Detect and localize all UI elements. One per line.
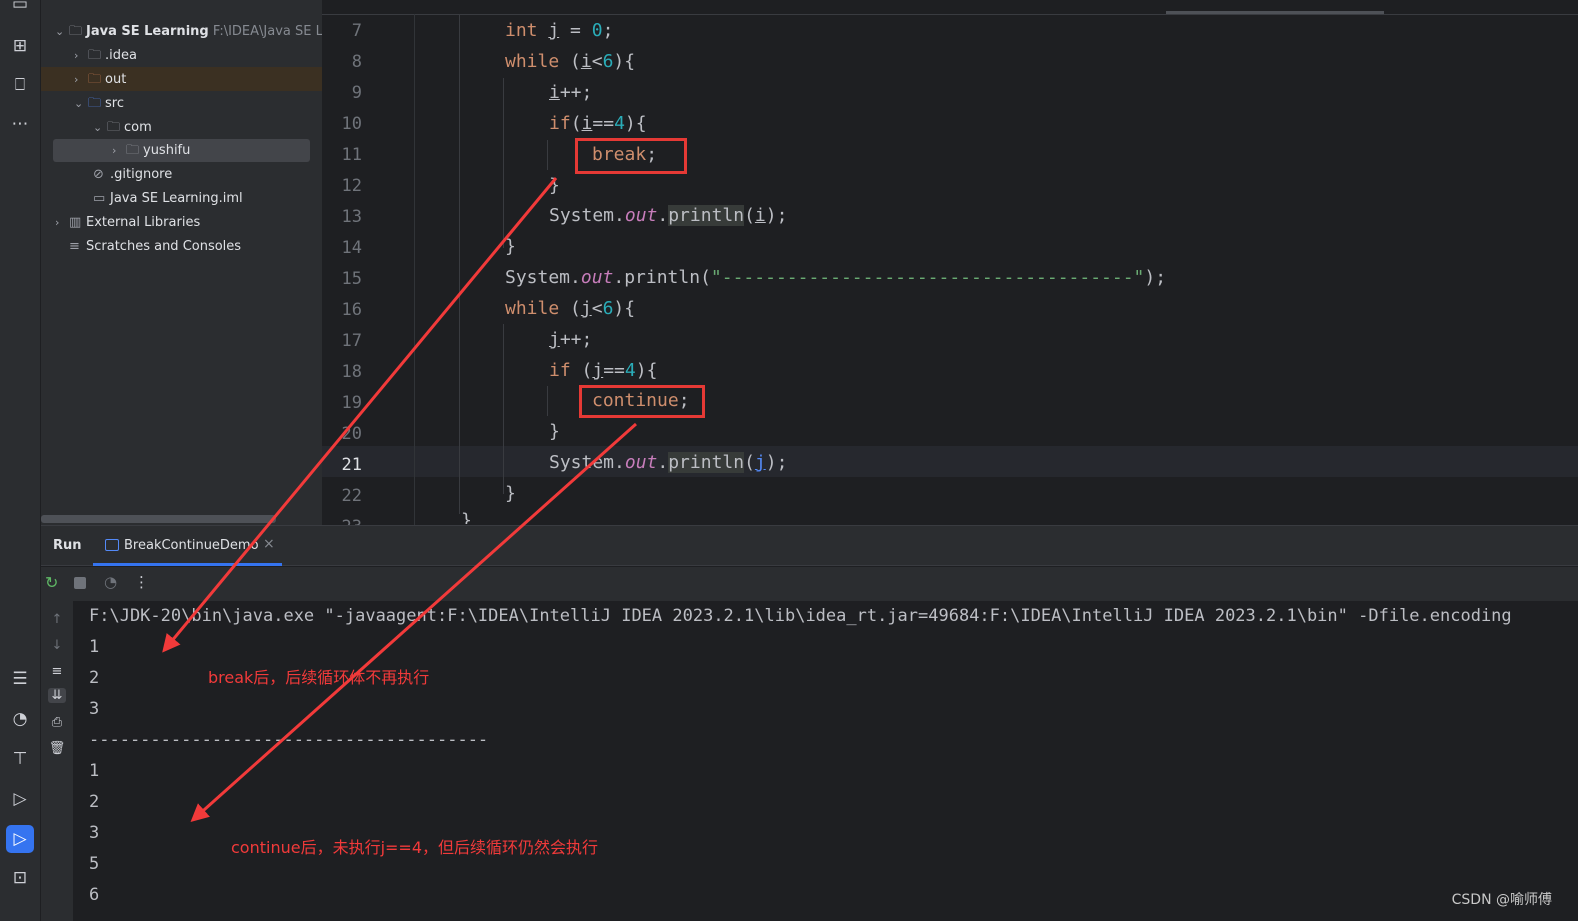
- break-arrow: [162, 177, 558, 653]
- annotation-arrows: [162, 177, 637, 822]
- continue-arrow: [190, 422, 637, 822]
